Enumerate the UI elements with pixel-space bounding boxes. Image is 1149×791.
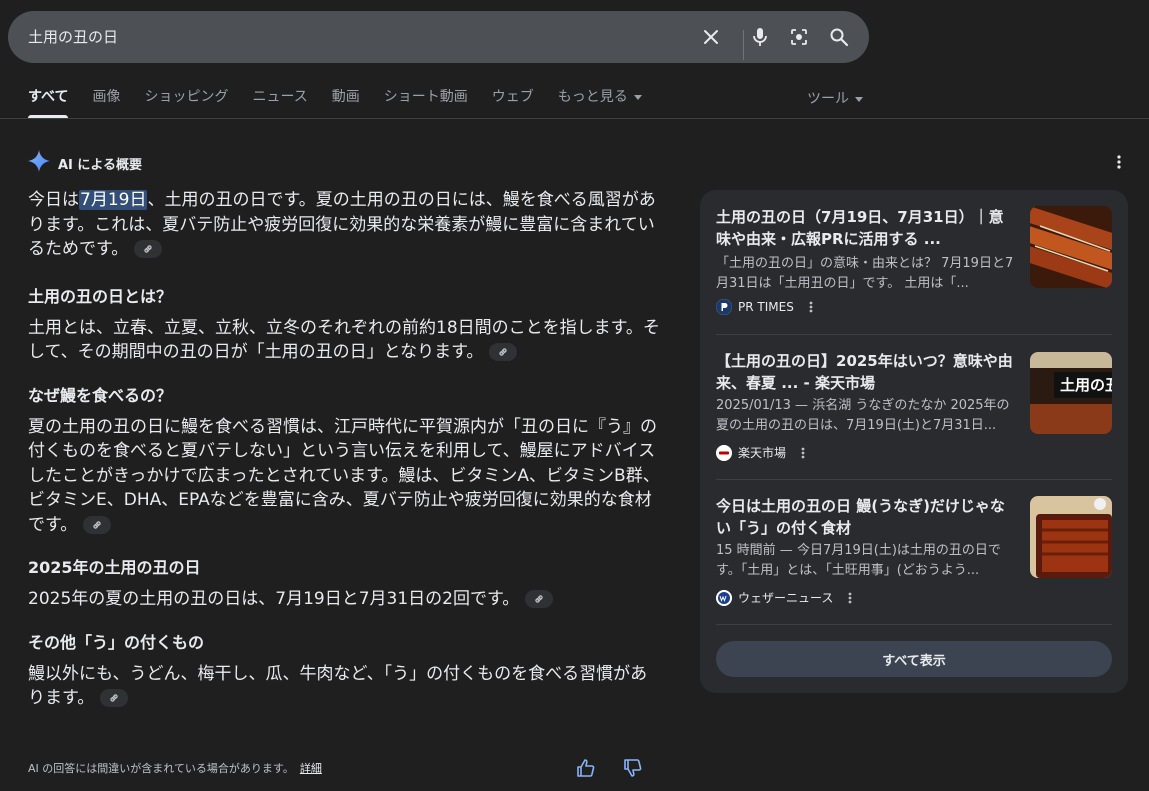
tools-button[interactable]: ツール xyxy=(807,88,863,108)
section-text: 鰻以外にも、うどん、梅干し、瓜、牛肉など、「う」の付くものを食べる習慣があります… xyxy=(28,662,663,711)
tabs-divider xyxy=(0,118,1149,119)
sources-panel: 土用の丑の日（7月19日、7月31日）｜意味や由来・広報PRに活用する ... … xyxy=(700,190,1128,693)
tab-shopping[interactable]: ショッピング xyxy=(144,88,228,118)
intro-text: 今日は xyxy=(28,190,79,210)
clear-icon[interactable] xyxy=(691,11,731,63)
section-heading: 土用の丑の日とは？ xyxy=(28,286,173,306)
source-name: PR TIMES xyxy=(738,300,794,314)
source-name: ウェザーニュース xyxy=(738,591,834,605)
search-input[interactable]: 土用の丑の日 xyxy=(28,11,118,63)
section-heading: なぜ鰻を食べるの？ xyxy=(28,385,173,405)
source-thumbnail[interactable] xyxy=(1030,206,1112,288)
section-text: 2025年の夏の土用の丑の日は、7月19日と7月31日の2回です。 xyxy=(28,587,663,612)
tab-images[interactable]: 画像 xyxy=(92,88,120,118)
ai-intro: 今日は7月19日、土用の丑の日です。夏の土用の丑の日には、鰻を食べる風習がありま… xyxy=(28,188,663,262)
tab-label: 動画 xyxy=(331,89,360,105)
citation-link-icon[interactable] xyxy=(525,590,554,608)
section-body: 土用とは、立春、立夏、立秋、立冬のそれぞれの前約18日間のことを指します。そして… xyxy=(28,317,660,363)
highlighted-date: 7月19日 xyxy=(79,190,148,210)
tab-short-videos[interactable]: ショート動画 xyxy=(384,88,468,118)
source-thumbnail[interactable]: 土用の丑 xyxy=(1030,352,1112,434)
ai-overview-title: AI による概要 xyxy=(58,157,143,173)
tab-all[interactable]: すべて xyxy=(28,88,69,118)
source-snippet: 「土用の丑の日」の意味・由来とは？ 7月19日と7月31日は「土用丑の日」です。… xyxy=(716,256,1014,291)
citation-link-icon[interactable] xyxy=(489,343,518,361)
tab-videos[interactable]: 動画 xyxy=(332,88,360,118)
more-options-icon[interactable] xyxy=(1110,152,1128,172)
rakuten-favicon-icon xyxy=(716,444,732,461)
microphone-icon[interactable] xyxy=(740,11,780,63)
source-more-icon[interactable] xyxy=(798,446,808,460)
citation-link-icon[interactable] xyxy=(100,689,129,707)
source-title[interactable]: 土用の丑の日（7月19日、7月31日）｜意味や由来・広報PRに活用する ... xyxy=(716,206,1016,250)
weathernews-favicon-icon xyxy=(716,589,732,606)
chevron-down-icon xyxy=(855,96,863,102)
show-all-button[interactable]: すべて表示 xyxy=(716,641,1112,677)
pr-times-favicon-icon xyxy=(716,299,732,315)
tab-label: すべて xyxy=(28,89,69,105)
card-divider xyxy=(716,334,1112,335)
source-card[interactable]: 今日は土用の丑の日 鰻(うなぎ)だけじゃない「う」の付く食材 15 時間前 — … xyxy=(716,495,1112,606)
tab-label: ショート動画 xyxy=(383,89,468,105)
source-more-icon[interactable] xyxy=(806,300,816,314)
section-text: 土用とは、立春、立夏、立秋、立冬のそれぞれの前約18日間のことを指します。そして… xyxy=(28,316,663,365)
section-body: 夏の土用の丑の日に鰻を食べる習慣は、江戸時代に平賀源内が「丑の日に『う』の付くも… xyxy=(28,416,660,535)
citation-link-icon[interactable] xyxy=(134,240,163,258)
tab-label: ウェブ xyxy=(491,89,534,105)
source-site: PR TIMES xyxy=(716,299,816,315)
source-title[interactable]: 【土用の丑の日】2025年はいつ？意味や由来、春夏 ... - 楽天市場 xyxy=(716,350,1016,394)
source-site: 楽天市場 xyxy=(716,444,808,461)
source-thumbnail[interactable] xyxy=(1030,496,1112,578)
source-more-icon[interactable] xyxy=(845,591,855,605)
section-heading: 2025年の土用の丑の日 xyxy=(28,558,201,577)
search-icon[interactable] xyxy=(819,11,859,63)
card-divider xyxy=(716,624,1112,625)
source-snippet: 15 時間前 — 今日7月19日(土)は土用の丑の日です。「土用」とは、「土旺用… xyxy=(716,543,1001,578)
source-card[interactable]: 【土用の丑の日】2025年はいつ？意味や由来、春夏 ... - 楽天市場 202… xyxy=(716,350,1112,461)
section-text: 夏の土用の丑の日に鰻を食べる習慣は、江戸時代に平賀源内が「丑の日に『う』の付くも… xyxy=(28,415,663,538)
lens-camera-icon[interactable] xyxy=(779,11,819,63)
tab-label: ショッピング xyxy=(144,89,229,105)
tab-label: 画像 xyxy=(92,89,121,105)
ai-overview-header: AI による概要 xyxy=(28,150,142,176)
search-bar[interactable]: 土用の丑の日 xyxy=(8,11,869,63)
gemini-sparkle-icon xyxy=(28,150,50,176)
ai-disclaimer: AI の回答には間違いが含まれている場合があります。 詳細 xyxy=(28,760,322,776)
source-name: 楽天市場 xyxy=(738,446,787,460)
disclaimer-text: AI の回答には間違いが含まれている場合があります。 xyxy=(28,762,294,775)
tab-label: ニュース xyxy=(252,89,308,105)
ai-overview-content: 今日は7月19日、土用の丑の日です。夏の土用の丑の日には、鰻を食べる風習がありま… xyxy=(28,188,663,711)
section-heading: その他「う」の付くもの xyxy=(28,632,205,652)
chevron-down-icon xyxy=(633,94,642,100)
disclaimer-details-link[interactable]: 詳細 xyxy=(300,762,322,775)
tab-more[interactable]: もっと見る xyxy=(558,88,642,118)
card-divider xyxy=(716,479,1112,480)
source-site: ウェザーニュース xyxy=(716,589,855,606)
source-snippet: 2025/01/13 — 浜名湖 うなぎのたなか 2025年の夏の土用の丑の日は… xyxy=(716,398,1010,433)
thumbnail-caption: 土用の丑 xyxy=(1060,376,1112,394)
thumbs-down-icon[interactable] xyxy=(620,755,646,781)
citation-link-icon[interactable] xyxy=(83,515,112,534)
tab-web[interactable]: ウェブ xyxy=(492,88,534,118)
source-card[interactable]: 土用の丑の日（7月19日、7月31日）｜意味や由来・広報PRに活用する ... … xyxy=(716,206,1112,316)
tab-label: もっと見る xyxy=(557,89,628,105)
tab-news[interactable]: ニュース xyxy=(252,88,307,118)
search-tabs: すべて 画像 ショッピング ニュース 動画 ショート動画 ウェブ もっと見る xyxy=(28,88,666,118)
source-title[interactable]: 今日は土用の丑の日 鰻(うなぎ)だけじゃない「う」の付く食材 xyxy=(716,495,1016,539)
tools-label: ツール xyxy=(807,91,849,107)
section-body: 2025年の夏の土用の丑の日は、7月19日と7月31日の2回です。 xyxy=(28,589,520,609)
thumbs-up-icon[interactable] xyxy=(573,755,599,781)
